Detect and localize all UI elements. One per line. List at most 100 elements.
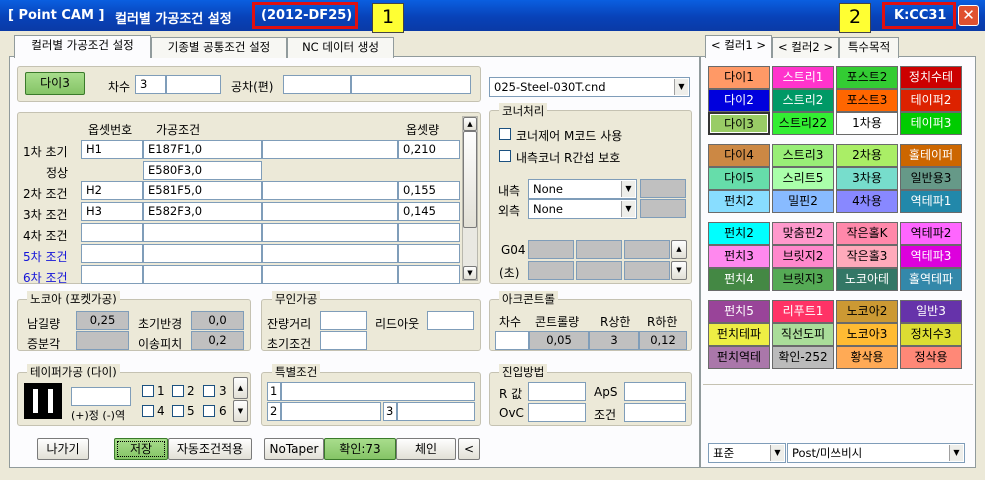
color-button[interactable]: 테이퍼3 xyxy=(900,112,962,135)
amount-6[interactable] xyxy=(398,244,460,263)
condition-file-select[interactable]: 025-Steel-030T.cnd ▼ xyxy=(489,77,690,97)
cha-input[interactable]: 3 xyxy=(135,75,166,94)
confirm-button[interactable]: 확인:73 xyxy=(324,438,396,460)
offset-no-7[interactable] xyxy=(81,265,143,284)
special-input-1[interactable] xyxy=(281,382,475,401)
color-button[interactable]: 작은홀K xyxy=(836,222,898,245)
color-button[interactable]: 스리트5 xyxy=(772,167,834,190)
notaper-button[interactable]: NoTaper xyxy=(264,438,324,460)
cond-2[interactable]: E580F3,0 xyxy=(143,161,262,180)
color-button[interactable]: 정삭용 xyxy=(900,346,962,369)
taper-angle-input[interactable] xyxy=(71,387,131,406)
scroll-thumb[interactable] xyxy=(463,131,477,228)
init-radius-value[interactable]: 0,0 xyxy=(191,311,244,330)
color-button[interactable]: 다이5 xyxy=(708,167,770,190)
color-button[interactable]: 브릿지3 xyxy=(772,268,834,291)
color-button[interactable]: 펀치역테 xyxy=(708,346,770,369)
taper-check-4[interactable] xyxy=(142,405,154,417)
approach-cond-input[interactable] xyxy=(624,403,686,422)
offset-no-1[interactable]: H1 xyxy=(81,140,143,159)
inner-select[interactable]: None ▼ xyxy=(528,179,637,199)
remain-value[interactable]: 0,25 xyxy=(76,311,129,330)
offset-no-3[interactable]: H2 xyxy=(81,181,143,200)
color-button[interactable]: 펀치5 xyxy=(708,300,770,323)
cond-extra-4[interactable] xyxy=(262,202,398,221)
amount-7[interactable] xyxy=(398,265,460,284)
cond-extra-5[interactable] xyxy=(262,223,398,242)
tab-special[interactable]: 특수목적 xyxy=(839,37,899,58)
color-button[interactable]: 펀치2 xyxy=(708,222,770,245)
amount-3[interactable]: 0,155 xyxy=(398,181,460,200)
taper-check-1[interactable] xyxy=(142,385,154,397)
color-button[interactable]: 노코아테 xyxy=(836,268,898,291)
taper-check-5[interactable] xyxy=(172,405,184,417)
amount-5[interactable] xyxy=(398,223,460,242)
color-button[interactable]: 일반3 xyxy=(900,300,962,323)
outer-select[interactable]: None ▼ xyxy=(528,199,637,219)
color-button[interactable]: 노코아3 xyxy=(836,323,898,346)
scroll-down-icon[interactable]: ▼ xyxy=(463,266,477,280)
color-button[interactable]: 펀치2 xyxy=(708,190,770,213)
color-button[interactable]: 포스트3 xyxy=(836,89,898,112)
gongcha-extra-input[interactable] xyxy=(351,75,471,94)
chevron-down-icon[interactable]: ▼ xyxy=(621,201,635,217)
amount-1[interactable]: 0,210 xyxy=(398,140,460,159)
color-button[interactable]: 스트리1 xyxy=(772,66,834,89)
cha-extra-input[interactable] xyxy=(166,75,221,94)
color-button[interactable]: 정치수테 xyxy=(900,66,962,89)
taper-check-6[interactable] xyxy=(203,405,215,417)
cond-3[interactable]: E581F5,0 xyxy=(143,181,262,200)
g04-down-icon[interactable]: ▼ xyxy=(671,261,687,280)
taper-check-2[interactable] xyxy=(172,385,184,397)
exit-button[interactable]: 나가기 xyxy=(37,438,89,460)
arc-order-input[interactable] xyxy=(495,331,529,350)
arc-rmax-value[interactable]: 3 xyxy=(589,331,639,350)
offset-no-4[interactable]: H3 xyxy=(81,202,143,221)
scroll-up-icon[interactable]: ▲ xyxy=(463,117,477,131)
chain-button[interactable]: 체인 xyxy=(396,438,456,460)
color-button[interactable]: 역테파2 xyxy=(900,222,962,245)
tab-machine-settings[interactable]: 기종별 공통조건 설정 xyxy=(151,37,287,58)
color-button[interactable]: 다이4 xyxy=(708,144,770,167)
save-button[interactable]: 저장 xyxy=(114,438,168,460)
color-button[interactable]: 확인-252 xyxy=(772,346,834,369)
color-button[interactable]: 스트리3 xyxy=(772,144,834,167)
color-button[interactable]: 2차용 xyxy=(836,144,898,167)
color-button[interactable]: 역테파3 xyxy=(900,245,962,268)
tab-color1[interactable]: < 컬러1 > xyxy=(705,35,772,58)
color-button[interactable]: 1차용 xyxy=(836,112,898,135)
color-button[interactable]: 테이퍼2 xyxy=(900,89,962,112)
color-button[interactable]: 홀테이퍼 xyxy=(900,144,962,167)
cond-7[interactable] xyxy=(143,265,262,284)
taper-up-icon[interactable]: ▲ xyxy=(233,377,248,399)
chevron-down-icon[interactable]: ▼ xyxy=(770,445,784,461)
color-button[interactable]: 브릿지2 xyxy=(772,245,834,268)
inner-r-checkbox[interactable] xyxy=(499,150,511,162)
inc-angle-value[interactable] xyxy=(76,331,129,350)
dia-button[interactable]: 다이3 xyxy=(25,72,85,95)
back-button[interactable]: < xyxy=(458,438,480,460)
g04-up-icon[interactable]: ▲ xyxy=(671,240,687,259)
arc-rmin-value[interactable]: 0,12 xyxy=(639,331,687,350)
offset-no-6[interactable] xyxy=(81,244,143,263)
color-button[interactable]: 역테파1 xyxy=(900,190,962,213)
color-button[interactable]: 4차용 xyxy=(836,190,898,213)
cond-extra-6[interactable] xyxy=(262,244,398,263)
color-button[interactable]: 스트리22 xyxy=(772,112,834,135)
taper-down-icon[interactable]: ▼ xyxy=(233,400,248,422)
cond-extra-7[interactable] xyxy=(262,265,398,284)
ovc-input[interactable] xyxy=(528,403,586,422)
post-select[interactable]: Post/미쓰비시 ▼ xyxy=(787,443,965,463)
arc-control-value[interactable]: 0,05 xyxy=(529,331,589,350)
color-button[interactable]: 맞춤핀2 xyxy=(772,222,834,245)
color-button[interactable]: 포스트2 xyxy=(836,66,898,89)
tab-color-settings[interactable]: 컬러별 가공조건 설정 xyxy=(14,35,151,58)
init-cond-input[interactable] xyxy=(320,331,367,350)
color-button[interactable]: 정치수3 xyxy=(900,323,962,346)
auto-apply-button[interactable]: 자동조건적용 xyxy=(168,438,252,460)
leadout-input[interactable] xyxy=(427,311,474,330)
color-button[interactable]: 다이3 xyxy=(708,112,770,135)
amount-4[interactable]: 0,145 xyxy=(398,202,460,221)
color-button[interactable]: 밀핀2 xyxy=(772,190,834,213)
standard-select[interactable]: 표준 ▼ xyxy=(708,443,786,463)
